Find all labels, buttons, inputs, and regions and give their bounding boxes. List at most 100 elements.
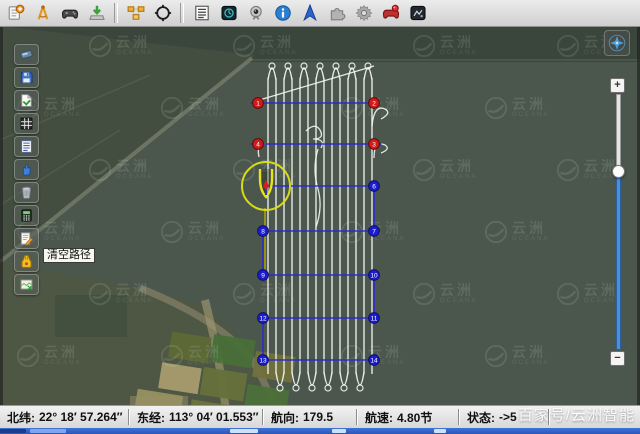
edit-note-button[interactable] (14, 228, 39, 249)
oceanalpha-logo-icon (340, 220, 364, 244)
waypoint-11[interactable]: 11 (369, 313, 380, 324)
oceanalpha-logo-icon (232, 34, 256, 58)
satellite-map-background (0, 0, 640, 434)
taskbar-segment (434, 429, 446, 433)
status-value: 22° 18′ 57.264″ (39, 410, 123, 424)
new-mission-button[interactable] (3, 1, 28, 25)
waypoint-marker[interactable] (258, 226, 269, 237)
compass-button[interactable] (604, 30, 630, 56)
waypoint-marker[interactable] (369, 181, 380, 192)
oceanalpha-logo-icon (160, 344, 184, 368)
gamepad-icon (61, 4, 79, 22)
zoom-in-button[interactable]: + (610, 78, 625, 93)
waypoint-marker[interactable] (258, 313, 269, 324)
whiteboard-icon (19, 47, 34, 62)
zoom-thumb[interactable] (612, 165, 625, 178)
track-turn-loop (269, 63, 275, 69)
clear-path-button[interactable] (14, 251, 39, 272)
watermark-grid: 云洲OCEANA 云洲OCEANA 云洲OCEANA 云洲OCEANA 云洲OCEANA… (0, 0, 640, 434)
oceanalpha-watermark: 云洲OCEANA (16, 344, 81, 368)
crosshair-button[interactable] (150, 1, 175, 25)
open-file-button[interactable] (14, 90, 39, 111)
zoom-out-button[interactable]: − (610, 351, 625, 366)
zoom-track[interactable] (615, 94, 620, 350)
compass-icon (606, 32, 628, 54)
oceanalpha-watermark: 云洲OCEANA (232, 34, 297, 58)
waypoint-13[interactable]: 13 (258, 355, 269, 366)
whiteboard-button[interactable] (14, 44, 39, 65)
oceanalpha-watermark: 云洲OCEANA (412, 158, 477, 182)
hand-button[interactable] (14, 159, 39, 180)
gear-icon (355, 4, 373, 22)
navigation-arrow-button[interactable] (297, 1, 322, 25)
save-button[interactable] (14, 67, 39, 88)
remote-control-button[interactable] (378, 1, 403, 25)
map-export-button[interactable] (14, 274, 39, 295)
measure-tool-button[interactable] (30, 1, 55, 25)
window-frame-left (0, 26, 3, 406)
track-turn-loop (301, 63, 307, 69)
waypoint-marker[interactable] (369, 139, 380, 150)
taskbar-segment (332, 429, 346, 433)
zoom-track-lower (616, 170, 621, 350)
gear-button[interactable] (351, 1, 376, 25)
gamepad-button[interactable] (57, 1, 82, 25)
waypoint-8[interactable]: 8 (258, 226, 269, 237)
waypoint-9[interactable]: 9 (258, 270, 269, 281)
waypoint-4[interactable]: 4 (253, 139, 264, 150)
list-button[interactable] (189, 1, 214, 25)
waypoint-marker[interactable] (369, 270, 380, 281)
oceanalpha-watermark: 云洲OCEANA (484, 96, 549, 120)
waypoint-7[interactable]: 7 (369, 226, 380, 237)
oceanalpha-watermark: 云洲OCEANA (160, 220, 225, 244)
download-button[interactable] (84, 1, 109, 25)
waypoint-marker[interactable] (369, 355, 380, 366)
webcam-button[interactable] (243, 1, 268, 25)
waypoint-3[interactable]: 3 (369, 139, 380, 150)
track-turn-loop (309, 385, 315, 391)
waypoint-marker[interactable] (258, 355, 269, 366)
puzzle-button[interactable] (324, 1, 349, 25)
info-button[interactable] (270, 1, 295, 25)
calculator-button[interactable] (14, 205, 39, 226)
waypoint-2[interactable]: 2 (369, 98, 380, 109)
oceanalpha-logo-icon (232, 282, 256, 306)
waypoint-number: 6 (372, 183, 376, 190)
taskbar-segment (230, 429, 258, 433)
list-panel-button[interactable] (14, 136, 39, 157)
waypoint-14[interactable]: 14 (369, 355, 380, 366)
waypoint-1[interactable]: 1 (253, 98, 264, 109)
oceanalpha-logo-icon (88, 34, 112, 58)
oceanalpha-logo-icon (340, 96, 364, 120)
trash-button[interactable] (14, 182, 39, 203)
download-icon (88, 4, 106, 22)
clear-path-icon (19, 254, 34, 269)
waypoint-marker[interactable] (369, 313, 380, 324)
grid-button[interactable] (14, 113, 39, 134)
waypoint-marker[interactable] (253, 139, 264, 150)
oceanalpha-logo-icon (484, 344, 508, 368)
oceanalpha-logo-icon (484, 220, 508, 244)
oceanalpha-logo-icon (484, 96, 508, 120)
waypoint-10[interactable]: 10 (369, 270, 380, 281)
oceanalpha-logo-icon (88, 158, 112, 182)
track-turn-loop (317, 63, 323, 69)
video-panel-button[interactable] (405, 1, 430, 25)
waypoint-marker[interactable] (369, 226, 380, 237)
route-plan-button[interactable] (123, 1, 148, 25)
mission-arrow (250, 100, 256, 107)
map-sidebar (14, 44, 39, 297)
waypoint-marker[interactable] (258, 270, 269, 281)
boat-bow-marker (263, 180, 269, 190)
oceanalpha-watermark: 云洲OCEANA (232, 282, 297, 306)
waypoint-12[interactable]: 12 (258, 313, 269, 324)
track-turn-loop (357, 385, 363, 391)
waypoint-marker[interactable] (253, 98, 264, 109)
instrument-panel-button[interactable] (216, 1, 241, 25)
boat-guide-circle (242, 162, 290, 210)
usv-boat-icon[interactable] (260, 169, 272, 197)
waypoint-marker[interactable] (369, 98, 380, 109)
waypoint-6[interactable]: 6 (369, 181, 380, 192)
measure-tool-icon (34, 4, 52, 22)
grid-icon (19, 116, 34, 131)
